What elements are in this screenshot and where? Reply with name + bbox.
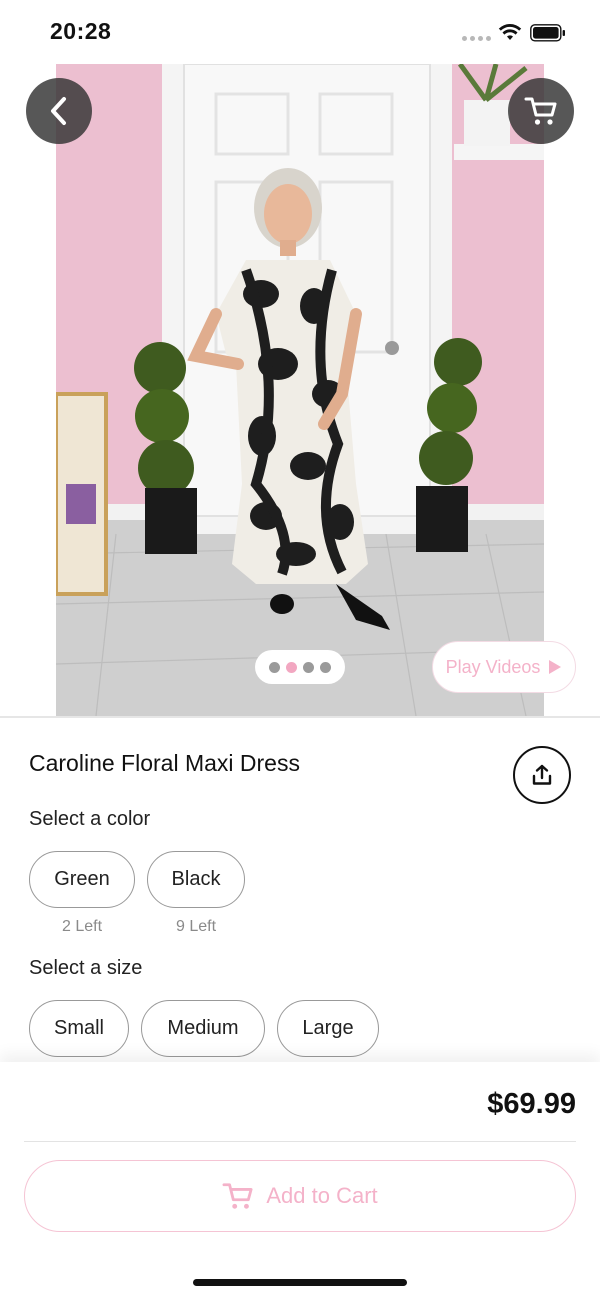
home-indicator[interactable] xyxy=(193,1279,407,1286)
color-section-label: Select a color xyxy=(29,808,151,830)
cart-button[interactable] xyxy=(508,78,574,144)
add-to-cart-button[interactable]: Add to Cart xyxy=(24,1160,576,1232)
add-to-cart-label: Add to Cart xyxy=(266,1183,378,1208)
divider xyxy=(24,1141,576,1142)
share-icon xyxy=(532,764,552,785)
product-price: $69.99 xyxy=(487,1088,576,1120)
battery-icon xyxy=(530,24,565,42)
play-icon xyxy=(549,660,562,674)
stock-count: 9 Left xyxy=(175,918,217,935)
size-section-label: Select a size xyxy=(29,957,143,979)
shopping-cart-icon xyxy=(222,1183,253,1209)
size-option-small[interactable]: Small xyxy=(29,1000,129,1057)
pager-dot-active[interactable] xyxy=(286,661,297,673)
size-option-label: Medium xyxy=(167,1017,239,1039)
signal-icon xyxy=(462,36,491,41)
pager-dot[interactable] xyxy=(320,661,331,673)
color-option-label: Black xyxy=(171,868,221,890)
shopping-cart-icon xyxy=(524,97,557,125)
play-videos-button[interactable]: Play Videos xyxy=(432,641,576,693)
product-image-carousel[interactable]: Play Videos xyxy=(0,64,600,716)
color-option-label: Green xyxy=(54,868,110,890)
size-option-large[interactable]: Large xyxy=(277,1000,379,1057)
size-option-medium[interactable]: Medium xyxy=(141,1000,265,1057)
color-option-green[interactable]: Green xyxy=(29,851,135,908)
status-bar: 20:28 xyxy=(0,0,600,64)
stock-count: 2 Left xyxy=(61,918,103,935)
back-button[interactable] xyxy=(26,78,92,144)
share-button[interactable] xyxy=(513,746,571,804)
status-time: 20:28 xyxy=(50,18,112,44)
size-option-label: Small xyxy=(53,1017,104,1039)
product-title: Caroline Floral Maxi Dress xyxy=(29,750,300,776)
image-pager[interactable] xyxy=(255,650,345,684)
size-option-label: Large xyxy=(302,1017,354,1039)
pager-dot[interactable] xyxy=(303,661,314,673)
divider xyxy=(0,716,600,718)
chevron-left-icon xyxy=(51,97,66,125)
product-photo xyxy=(56,64,544,716)
color-option-black[interactable]: Black xyxy=(147,851,245,908)
play-videos-label: Play Videos xyxy=(445,656,541,677)
wifi-icon xyxy=(498,24,522,40)
pager-dot[interactable] xyxy=(269,661,280,673)
